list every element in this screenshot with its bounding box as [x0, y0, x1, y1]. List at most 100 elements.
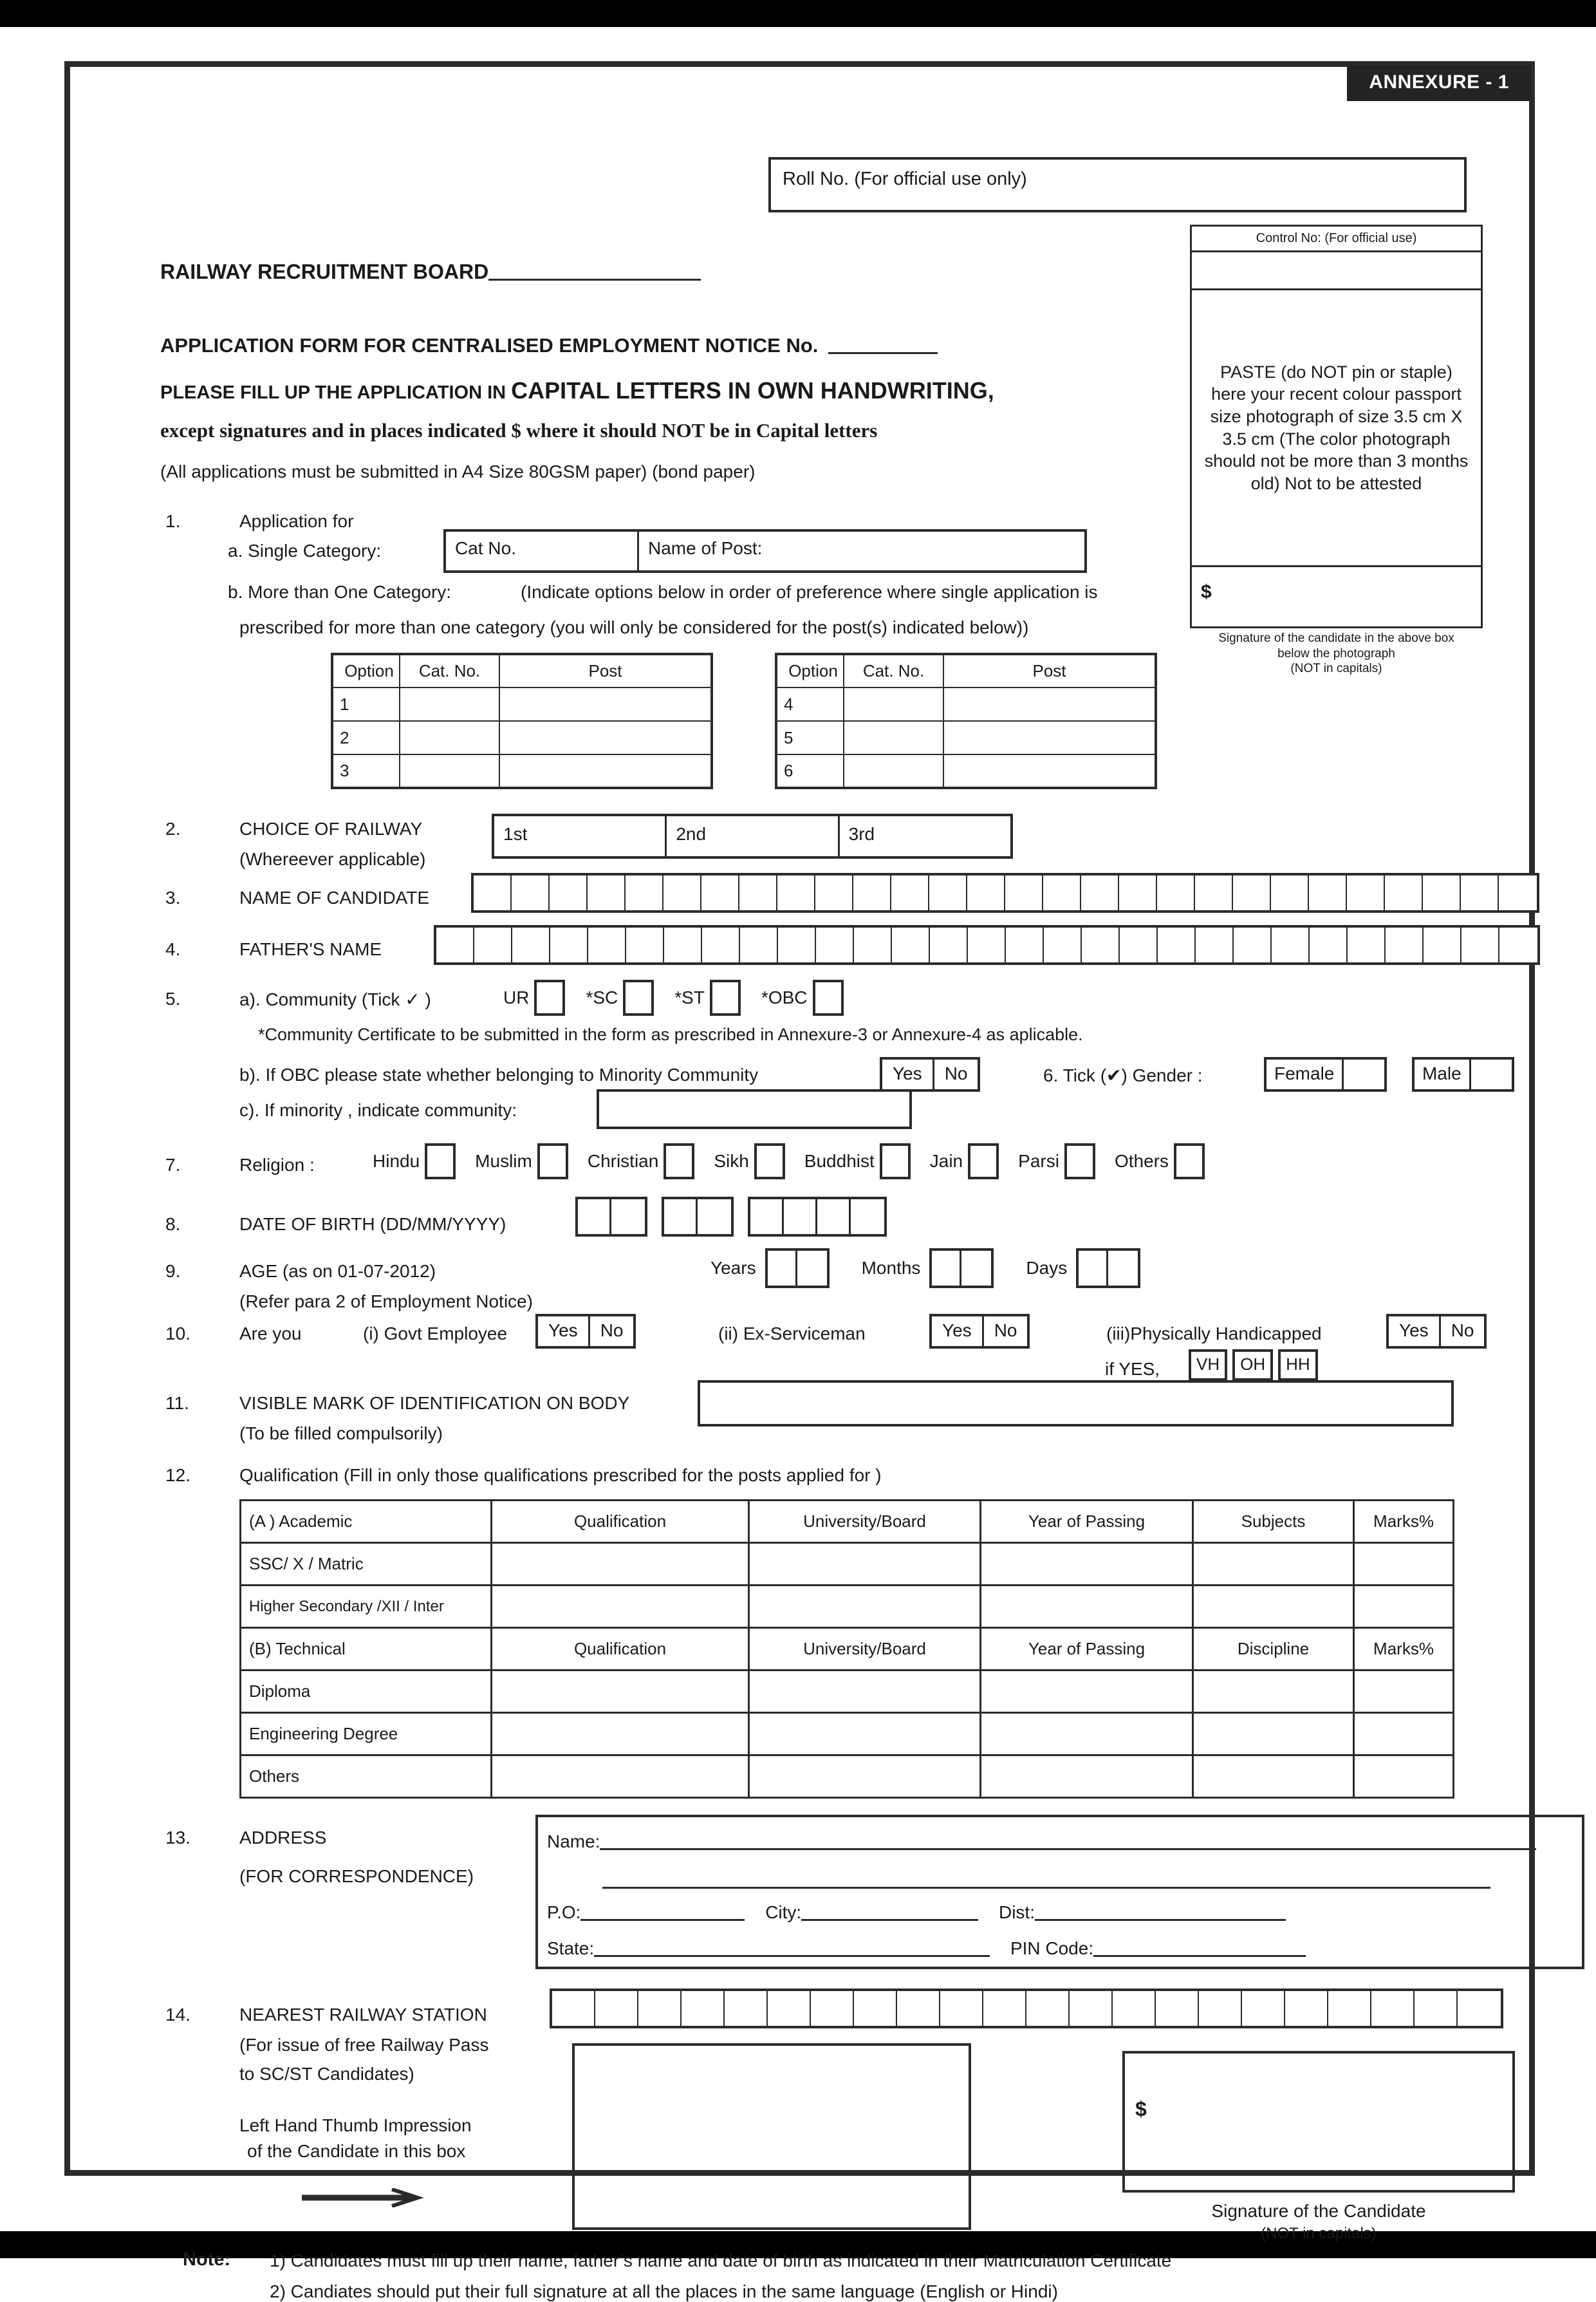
- char-cell[interactable]: [512, 875, 550, 910]
- qualification-row[interactable]: Higher Secondary /XII / Inter: [239, 1584, 1454, 1629]
- char-cell[interactable]: [611, 1199, 645, 1234]
- char-cell[interactable]: [1385, 875, 1423, 910]
- qualification-input-cell[interactable]: [1353, 1584, 1454, 1629]
- age-unit-boxes[interactable]: [929, 1248, 994, 1288]
- gender-male[interactable]: Male: [1412, 1057, 1514, 1092]
- religion-checkbox-christian[interactable]: [663, 1143, 695, 1179]
- char-cell[interactable]: [1081, 875, 1119, 910]
- char-cell[interactable]: [961, 1251, 991, 1286]
- religion-option[interactable]: Buddhist: [804, 1143, 911, 1179]
- char-cell[interactable]: [967, 875, 1005, 910]
- obc-minority-no[interactable]: No: [932, 1060, 978, 1089]
- char-cell[interactable]: [682, 1991, 725, 2026]
- qualification-input-cell[interactable]: [979, 1542, 1194, 1586]
- dob-day[interactable]: [575, 1197, 647, 1237]
- char-cell[interactable]: [578, 1199, 611, 1234]
- char-cell[interactable]: [897, 1991, 940, 2026]
- option-cat-no-cell[interactable]: [399, 720, 500, 755]
- char-cell[interactable]: [1108, 1251, 1138, 1286]
- qualification-input-cell[interactable]: [748, 1584, 981, 1629]
- char-cell[interactable]: [1199, 1991, 1242, 2026]
- char-cell[interactable]: [701, 875, 739, 910]
- govt-employee-yes-no[interactable]: Yes No: [535, 1314, 636, 1349]
- option-post-cell[interactable]: [499, 754, 712, 789]
- religion-option[interactable]: Christian: [588, 1143, 695, 1179]
- option-post-cell[interactable]: [943, 720, 1156, 755]
- qualification-input-cell[interactable]: [1192, 1712, 1355, 1756]
- char-cell[interactable]: [815, 875, 853, 910]
- char-cell[interactable]: [436, 928, 474, 962]
- char-cell[interactable]: [1113, 1991, 1156, 2026]
- address-city-line[interactable]: [801, 1903, 979, 1921]
- option-post-cell[interactable]: [499, 687, 712, 722]
- char-cell[interactable]: [1348, 928, 1386, 962]
- char-cell[interactable]: [739, 875, 777, 910]
- char-cell[interactable]: [638, 1991, 682, 2026]
- gender-female-checkbox[interactable]: [1342, 1060, 1384, 1089]
- char-cell[interactable]: [851, 1199, 884, 1234]
- char-cell[interactable]: [930, 928, 968, 962]
- ex-serviceman-yes-no[interactable]: Yes No: [929, 1314, 1030, 1349]
- option-post-cell[interactable]: [943, 687, 1156, 722]
- char-cell[interactable]: [474, 875, 512, 910]
- religion-option[interactable]: Others: [1115, 1143, 1205, 1179]
- visible-mark-input[interactable]: [698, 1380, 1454, 1427]
- char-cell[interactable]: [940, 1991, 983, 2026]
- railway-choice-2[interactable]: 2nd: [665, 816, 837, 856]
- dob-month[interactable]: [662, 1197, 734, 1237]
- option-cat-no-cell[interactable]: [399, 687, 500, 722]
- railway-choice-1[interactable]: 1st: [494, 816, 665, 856]
- char-cell[interactable]: [1285, 1991, 1328, 2026]
- handicap-type-oh[interactable]: OH: [1232, 1349, 1274, 1381]
- char-cell[interactable]: [702, 928, 740, 962]
- qualification-row[interactable]: Others: [239, 1754, 1454, 1799]
- physically-handicapped-yes-no[interactable]: Yes No: [1386, 1314, 1487, 1349]
- char-cell[interactable]: [817, 1199, 851, 1234]
- char-cell[interactable]: [474, 928, 512, 962]
- char-cell[interactable]: [626, 875, 663, 910]
- option-post-cell[interactable]: [499, 720, 712, 755]
- religion-option[interactable]: Jain: [930, 1143, 999, 1179]
- qualification-input-cell[interactable]: [1192, 1669, 1355, 1714]
- candidate-signature-box[interactable]: $: [1122, 2051, 1515, 2193]
- char-cell[interactable]: [1386, 928, 1424, 962]
- option-cat-no-cell[interactable]: [399, 754, 500, 789]
- char-cell[interactable]: [1156, 1991, 1199, 2026]
- cen-blank-line[interactable]: [828, 337, 938, 354]
- govt-employee-no[interactable]: No: [588, 1316, 634, 1346]
- char-cell[interactable]: [1310, 928, 1348, 962]
- religion-checkbox-buddhist[interactable]: [879, 1143, 911, 1179]
- char-cell[interactable]: [1026, 1991, 1070, 2026]
- char-cell[interactable]: [768, 1991, 811, 2026]
- qualification-input-cell[interactable]: [490, 1669, 750, 1714]
- qualification-input-cell[interactable]: [1353, 1669, 1454, 1714]
- cat-no-cell[interactable]: Cat No.: [446, 532, 639, 570]
- char-cell[interactable]: [1044, 928, 1082, 962]
- char-cell[interactable]: [1371, 1991, 1415, 2026]
- char-cell[interactable]: [1242, 1991, 1285, 2026]
- community-checkbox-st[interactable]: [709, 980, 741, 1016]
- address-state-line[interactable]: [594, 1939, 990, 1957]
- address-second-line[interactable]: [602, 1871, 1490, 1889]
- qualification-input-cell[interactable]: [1353, 1754, 1454, 1799]
- minority-community-input[interactable]: [597, 1089, 912, 1129]
- char-cell[interactable]: [552, 1991, 595, 2026]
- religion-checkbox-jain[interactable]: [968, 1143, 999, 1179]
- option-table-row[interactable]: 2: [331, 720, 712, 755]
- option-cat-no-cell[interactable]: [843, 687, 944, 722]
- char-cell[interactable]: [1499, 875, 1537, 910]
- physically-handicapped-yes[interactable]: Yes: [1389, 1316, 1439, 1346]
- religion-checkbox-parsi[interactable]: [1064, 1143, 1095, 1179]
- qualification-row[interactable]: SSC/ X / Matric: [239, 1542, 1454, 1586]
- qualification-input-cell[interactable]: [979, 1584, 1194, 1629]
- char-cell[interactable]: [698, 1199, 731, 1234]
- religion-checkbox-others[interactable]: [1173, 1143, 1205, 1179]
- govt-employee-yes[interactable]: Yes: [538, 1316, 588, 1346]
- char-cell[interactable]: [1272, 928, 1310, 962]
- qualification-input-cell[interactable]: [748, 1754, 981, 1799]
- char-cell[interactable]: [1120, 928, 1158, 962]
- option-post-cell[interactable]: [943, 754, 1156, 789]
- qualification-input-cell[interactable]: [748, 1669, 981, 1714]
- char-cell[interactable]: [1423, 875, 1461, 910]
- photo-paste-area[interactable]: PASTE (do NOT pin or staple) here your r…: [1190, 290, 1483, 567]
